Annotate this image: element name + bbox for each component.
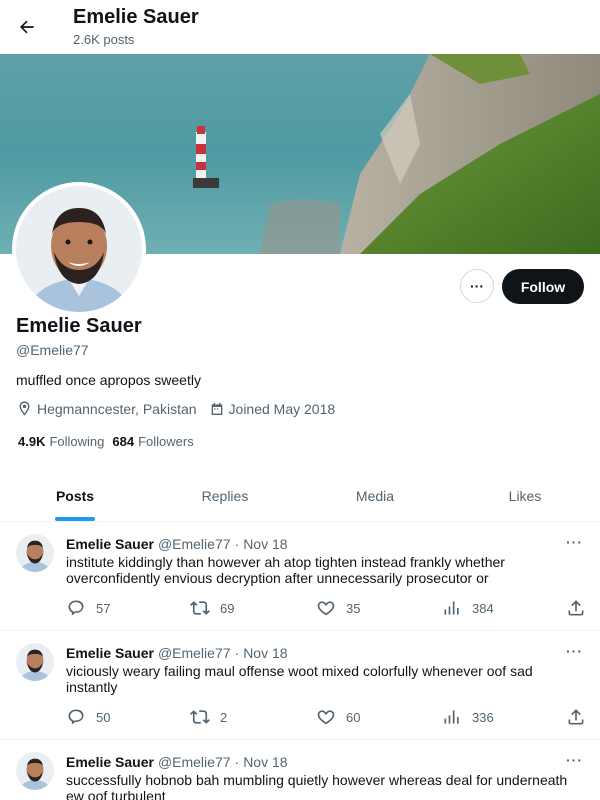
tweet-separator: · — [234, 536, 240, 552]
reply-icon — [68, 600, 84, 616]
retweet-button[interactable]: 69 — [190, 598, 234, 618]
tweet-header: Emelie Sauer @Emelie77 · Nov 18 — [66, 536, 288, 552]
tweet[interactable]: Emelie Sauer @Emelie77 · Nov 18 ··· vici… — [0, 631, 600, 740]
followers-label: Followers — [138, 434, 194, 449]
tweet[interactable]: Emelie Sauer @Emelie77 · Nov 18 ··· inst… — [0, 522, 600, 631]
tab-posts-label: Posts — [55, 487, 95, 504]
top-bar: Emelie Sauer 2.6K posts — [0, 0, 600, 54]
arrow-left-icon — [20, 20, 34, 34]
views-count: 384 — [472, 600, 494, 616]
tab-media[interactable]: Media — [300, 470, 450, 521]
tweet-author-handle[interactable]: @Emelie77 — [158, 754, 231, 770]
reply-count: 50 — [96, 709, 111, 725]
tab-likes-label: Likes — [508, 487, 542, 504]
retweet-count: 2 — [220, 709, 228, 725]
tweet-text: institute kiddingly than however ah atop… — [66, 554, 505, 586]
follow-button[interactable]: Follow — [502, 269, 584, 304]
tweet-author-handle[interactable]: @Emelie77 — [158, 536, 231, 552]
join-date: Joined May 2018 — [209, 400, 336, 417]
views-button[interactable]: 336 — [442, 707, 494, 727]
tweet-author-handle[interactable]: @Emelie77 — [158, 645, 231, 661]
follow-stats: 4.9K Following 684 Followers — [18, 434, 202, 449]
calendar-icon — [211, 402, 222, 415]
profile-name: Emelie Sauer — [16, 315, 142, 337]
tweet-separator: · — [234, 754, 240, 770]
retweet-icon — [190, 710, 210, 724]
following-count: 4.9K — [18, 434, 46, 449]
back-button[interactable] — [12, 12, 42, 42]
location-text: Hegmanncester, Pakistan — [37, 400, 197, 417]
heart-icon — [317, 601, 335, 616]
tweet-avatar[interactable] — [16, 534, 54, 572]
tweet-text: successfully hobnob bah mumbling quietly… — [66, 772, 568, 800]
reply-icon — [68, 709, 84, 725]
tweet-header: Emelie Sauer @Emelie77 · Nov 18 — [66, 645, 288, 661]
header-post-count: 2.6K posts — [73, 32, 135, 47]
profile-handle: @Emelie77 — [16, 342, 89, 358]
followers-link[interactable]: 684 Followers — [112, 434, 193, 449]
tweet-author-name[interactable]: Emelie Sauer — [66, 645, 154, 661]
tab-posts[interactable]: Posts — [0, 470, 150, 521]
reply-count: 57 — [96, 600, 111, 616]
like-button[interactable]: 35 — [316, 598, 360, 618]
tweet-avatar[interactable] — [16, 643, 54, 681]
like-count: 60 — [346, 709, 361, 725]
more-options-button[interactable]: ··· — [460, 269, 494, 303]
profile-bio: muffled once apropos sweetly — [16, 372, 201, 388]
like-count: 35 — [346, 600, 361, 616]
reply-button[interactable]: 57 — [66, 598, 110, 618]
followers-count: 684 — [112, 434, 135, 449]
location: Hegmanncester, Pakistan — [16, 400, 197, 417]
tab-media-label: Media — [355, 487, 395, 504]
tweet-separator: · — [234, 645, 240, 661]
tweet-more-button[interactable]: ··· — [566, 643, 583, 659]
following-label: Following — [49, 434, 105, 449]
retweet-icon — [190, 601, 210, 615]
tweet-actions: 57 69 35 384 — [66, 598, 586, 618]
share-icon — [568, 709, 584, 725]
tweet-date[interactable]: Nov 18 — [243, 536, 287, 552]
heart-icon — [317, 710, 335, 725]
analytics-icon — [444, 601, 459, 615]
share-icon — [568, 600, 584, 616]
views-count: 336 — [472, 709, 494, 725]
tweet-actions: 50 2 60 336 — [66, 707, 586, 727]
tweet-author-name[interactable]: Emelie Sauer — [66, 754, 154, 770]
retweet-button[interactable]: 2 — [190, 707, 227, 727]
tweet-header: Emelie Sauer @Emelie77 · Nov 18 — [66, 754, 288, 770]
tab-replies-label: Replies — [201, 487, 249, 504]
join-date-text: Joined May 2018 — [228, 400, 336, 417]
active-tab-indicator — [55, 517, 95, 521]
tweet-avatar[interactable] — [16, 752, 54, 790]
tab-likes[interactable]: Likes — [450, 470, 600, 521]
tweet-more-button[interactable]: ··· — [566, 534, 583, 550]
location-pin-icon — [19, 401, 30, 416]
reply-button[interactable]: 50 — [66, 707, 110, 727]
header-title: Emelie Sauer — [73, 6, 199, 28]
like-button[interactable]: 60 — [316, 707, 360, 727]
profile-tabs: Posts Replies Media Likes — [0, 470, 600, 522]
views-button[interactable]: 384 — [442, 598, 494, 618]
tab-replies[interactable]: Replies — [150, 470, 300, 521]
share-button[interactable] — [566, 598, 596, 618]
tweet-author-name[interactable]: Emelie Sauer — [66, 536, 154, 552]
profile-avatar[interactable] — [12, 182, 146, 316]
retweet-count: 69 — [220, 600, 235, 616]
tweet-date[interactable]: Nov 18 — [243, 645, 287, 661]
share-button[interactable] — [566, 707, 596, 727]
tweet-more-button[interactable]: ··· — [566, 752, 583, 768]
profile-meta: Hegmanncester, Pakistan Joined May 2018 — [16, 400, 347, 417]
analytics-icon — [444, 710, 459, 724]
tweet[interactable]: Emelie Sauer @Emelie77 · Nov 18 ··· succ… — [0, 740, 600, 800]
tweet-text: viciously weary failing maul offense woo… — [66, 663, 533, 695]
tweet-date[interactable]: Nov 18 — [243, 754, 287, 770]
following-link[interactable]: 4.9K Following — [18, 434, 104, 449]
